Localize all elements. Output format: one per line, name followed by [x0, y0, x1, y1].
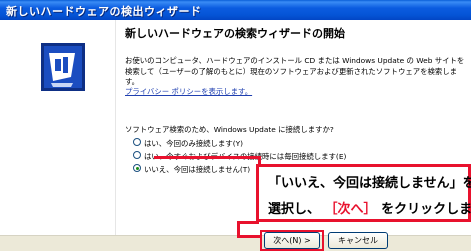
wizard-sidebar	[0, 20, 116, 235]
callout-line2: 選択し、 ［次へ］ をクリックします	[268, 198, 471, 217]
wizard-description: お使いのコンピュータ、ハードウェアのインストール CD または Windows …	[125, 56, 465, 87]
annotation-line	[237, 235, 261, 238]
radio-unselected-icon[interactable]	[133, 138, 141, 146]
option-no[interactable]: いいえ、今回は接続しません(T)	[133, 164, 251, 175]
button-bar	[0, 235, 471, 251]
callout-line1: 「いいえ、今回は接続しません」を	[268, 176, 471, 191]
window-title: 新しいハードウェアの検出ウィザード	[6, 5, 202, 18]
privacy-policy-link[interactable]: プライバシー ポリシーを表示します。	[125, 86, 252, 97]
wizard-heading: 新しいハードウェアの検索ウィザードの開始	[125, 27, 345, 40]
instruction-callout: 「いいえ、今回は接続しません」を 選択し、 ［次へ］ をクリックします	[256, 164, 471, 222]
callout-next-highlight: ［次へ］	[324, 202, 377, 217]
cancel-button[interactable]: キャンセル	[328, 232, 388, 249]
callout-line2-suffix: をクリックします	[381, 202, 471, 217]
option-yes-once[interactable]: はい、今回のみ接続します(Y)	[133, 138, 243, 149]
wizard-window: 新しいハードウェアの検出ウィザード 新しいハードウェアの検索ウィザードの開始 お…	[0, 0, 471, 251]
update-question: ソフトウェア検索のため、Windows Update に接続しますか?	[125, 125, 334, 134]
radio-selected-icon[interactable]	[133, 164, 141, 172]
title-bar[interactable]: 新しいハードウェアの検出ウィザード	[0, 0, 471, 20]
annotation-line	[154, 156, 258, 159]
next-button[interactable]: 次へ(N) >	[264, 232, 320, 249]
radio-unselected-icon[interactable]	[133, 151, 141, 159]
wizard-hardware-icon	[41, 43, 85, 91]
callout-line2-prefix: 選択し、	[268, 202, 321, 217]
option-no-label: いいえ、今回は接続しません(T)	[144, 165, 251, 174]
option-yes-once-label: はい、今回のみ接続します(Y)	[144, 139, 243, 148]
